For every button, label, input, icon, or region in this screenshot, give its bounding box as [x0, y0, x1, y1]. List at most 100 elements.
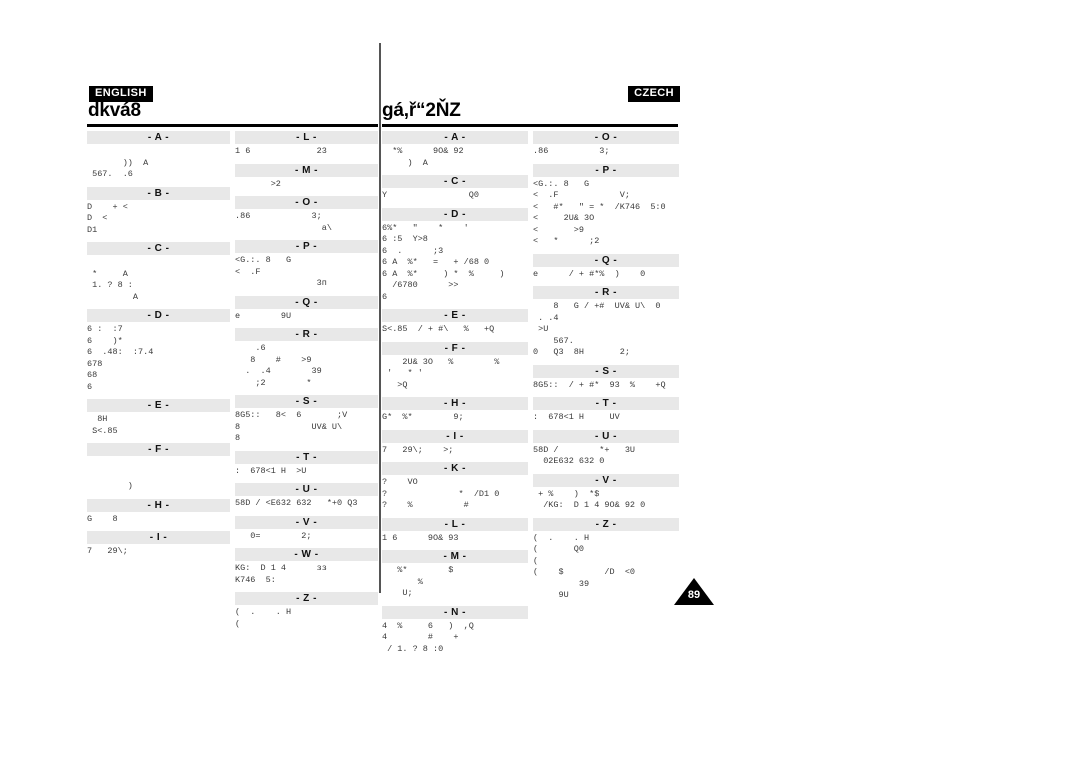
index-entry: 8 G / +# UV& U\ 0	[533, 301, 661, 311]
title-rule	[382, 124, 678, 127]
section-header: - E -	[382, 309, 528, 322]
section-header: - S -	[533, 364, 679, 378]
index-entry: 6	[382, 291, 388, 302]
section-header: - R -	[533, 286, 679, 299]
index-entry: K746 5:	[235, 574, 276, 585]
sheet-english: ENGLISH dkvá8 - A - )) A 567. .6- B -D +…	[85, 0, 380, 763]
section-header: - Q -	[235, 295, 378, 309]
section-header: - P -	[235, 240, 378, 253]
index-entry: A	[87, 291, 139, 302]
index-entry: 0= 2;	[235, 530, 312, 541]
index-entry	[87, 458, 230, 470]
index-entry: D <	[87, 213, 108, 223]
index-entry: + % ) *$	[533, 488, 600, 499]
section-header: - F -	[382, 341, 528, 355]
index-entry: 4 # +	[382, 632, 459, 642]
index-entry: 6 A %* = + /68 0	[382, 257, 490, 267]
index-entry: 02E632 632 0	[533, 456, 605, 466]
index-entry: S<.85 / + #\ % +Q	[382, 324, 495, 334]
index-entry: 0 Q3 8H 2;	[533, 347, 630, 357]
index-entry: 8 UV& U\	[235, 421, 343, 432]
section-header: - A -	[382, 131, 528, 144]
section-header: - N -	[382, 605, 528, 619]
index-entry: ? % #	[382, 500, 469, 510]
index-entry: 2U& 3O % %	[382, 356, 500, 367]
index-entry: < >9	[533, 224, 585, 235]
section-header: - Z -	[235, 592, 378, 605]
index-entry: 6 : :7	[87, 324, 123, 334]
section-header: - B -	[87, 186, 230, 200]
index-entry: 58D / <E632 632 *+0 Q3	[235, 498, 358, 508]
page-title-english: dkvá8	[88, 100, 141, 121]
index-entry: 9U	[533, 590, 569, 600]
index-entry: . .4 39	[235, 366, 322, 376]
index-entry: 1. ? 8 :	[87, 280, 133, 290]
section-header: - T -	[235, 450, 378, 464]
section-header: - L -	[382, 517, 528, 531]
index-entry: : 678<1 H UV	[533, 412, 620, 422]
index-entry: / 1. ? 8 :0	[382, 643, 444, 654]
section-header: - C -	[87, 242, 230, 255]
index-entry: 1 6 9O& 93	[382, 532, 459, 543]
manual-index-spread: ENGLISH dkvá8 - A - )) A 567. .6- B -D +…	[0, 0, 1080, 763]
index-entry: ) A	[382, 157, 428, 168]
index-column-2: - L - 1 6 23 - M - >2 - O - .86 3; a\ - P - <G…	[235, 131, 378, 636]
index-entry: 8	[235, 433, 241, 443]
index-entry: 6 A %* ) * % )	[382, 268, 505, 279]
index-entry: 6%* " * '	[382, 222, 469, 233]
index-entry: G 8	[87, 513, 118, 524]
index-column-1: - A - *% 9O& 92 ) A - C - Y Q0 - D -6%* " *…	[382, 131, 528, 661]
index-entry: e / + #*% ) 0	[533, 268, 646, 279]
section-header: - U -	[533, 429, 679, 443]
index-columns-czech: - A - *% 9O& 92 ) A - C - Y Q0 - D -6%* " *…	[382, 131, 679, 661]
index-entry: %	[382, 576, 423, 587]
index-entry: 8H	[87, 414, 108, 424]
index-entry: 6 . ;3	[382, 245, 444, 256]
section-header: - F -	[87, 443, 230, 456]
index-entry: )) A	[87, 157, 149, 168]
index-entry: ' * '	[382, 368, 423, 378]
section-header: - I -	[382, 429, 528, 443]
index-entry: 567. .6	[87, 169, 133, 179]
index-entry: 3п	[235, 278, 327, 288]
index-entry: (	[533, 555, 539, 566]
index-entry: ? * /D1 0	[382, 488, 500, 499]
index-entry: Y Q0	[382, 190, 479, 200]
language-badge-czech: CZECH	[628, 86, 680, 102]
index-entry: ( . . H	[533, 532, 590, 543]
index-entry: <G.:. 8 G	[533, 178, 590, 189]
index-entry: KG: D 1 4 зз	[235, 563, 327, 573]
section-header: - O -	[235, 196, 378, 209]
section-header: - A -	[87, 131, 230, 144]
index-entry: ? VO	[382, 477, 418, 487]
index-entry: 8G5:: / + #* 93 % +Q	[533, 379, 666, 390]
index-entry: : 678<1 H >U	[235, 465, 307, 476]
index-entry: < * ;2	[533, 236, 600, 246]
section-header: - D -	[87, 309, 230, 322]
index-entry: ;2 *	[235, 377, 312, 388]
index-entry: .86 3;	[235, 211, 322, 221]
page-title-czech: gá,ř“2ŇZ	[382, 100, 461, 121]
index-entry: 6 .48: :7.4	[87, 347, 154, 357]
section-header: - I -	[87, 531, 230, 544]
index-columns-english: - A - )) A 567. .6 - B -D + < D < D1 - C - *…	[87, 131, 378, 636]
section-header: - H -	[382, 397, 528, 410]
section-header: - C -	[382, 175, 528, 188]
index-entry: %* $	[382, 565, 454, 575]
index-entry: 567.	[533, 335, 574, 346]
section-header: - V -	[235, 515, 378, 529]
index-entry: D + <	[87, 201, 128, 212]
index-entry: 7 29\;	[87, 546, 128, 556]
index-column-2: - O - .86 3; - P - <G.:. 8 G < .F V; < #* " =…	[533, 131, 679, 661]
index-entry: .86 3;	[533, 146, 610, 156]
index-entry: U;	[382, 588, 413, 598]
index-entry: 1 6 23	[235, 146, 327, 156]
section-header: - M -	[382, 550, 528, 563]
index-entry: G* %* 9;	[382, 412, 464, 422]
index-entry: 6 )*	[87, 335, 123, 346]
index-entry: *% 9O& 92	[382, 146, 464, 156]
